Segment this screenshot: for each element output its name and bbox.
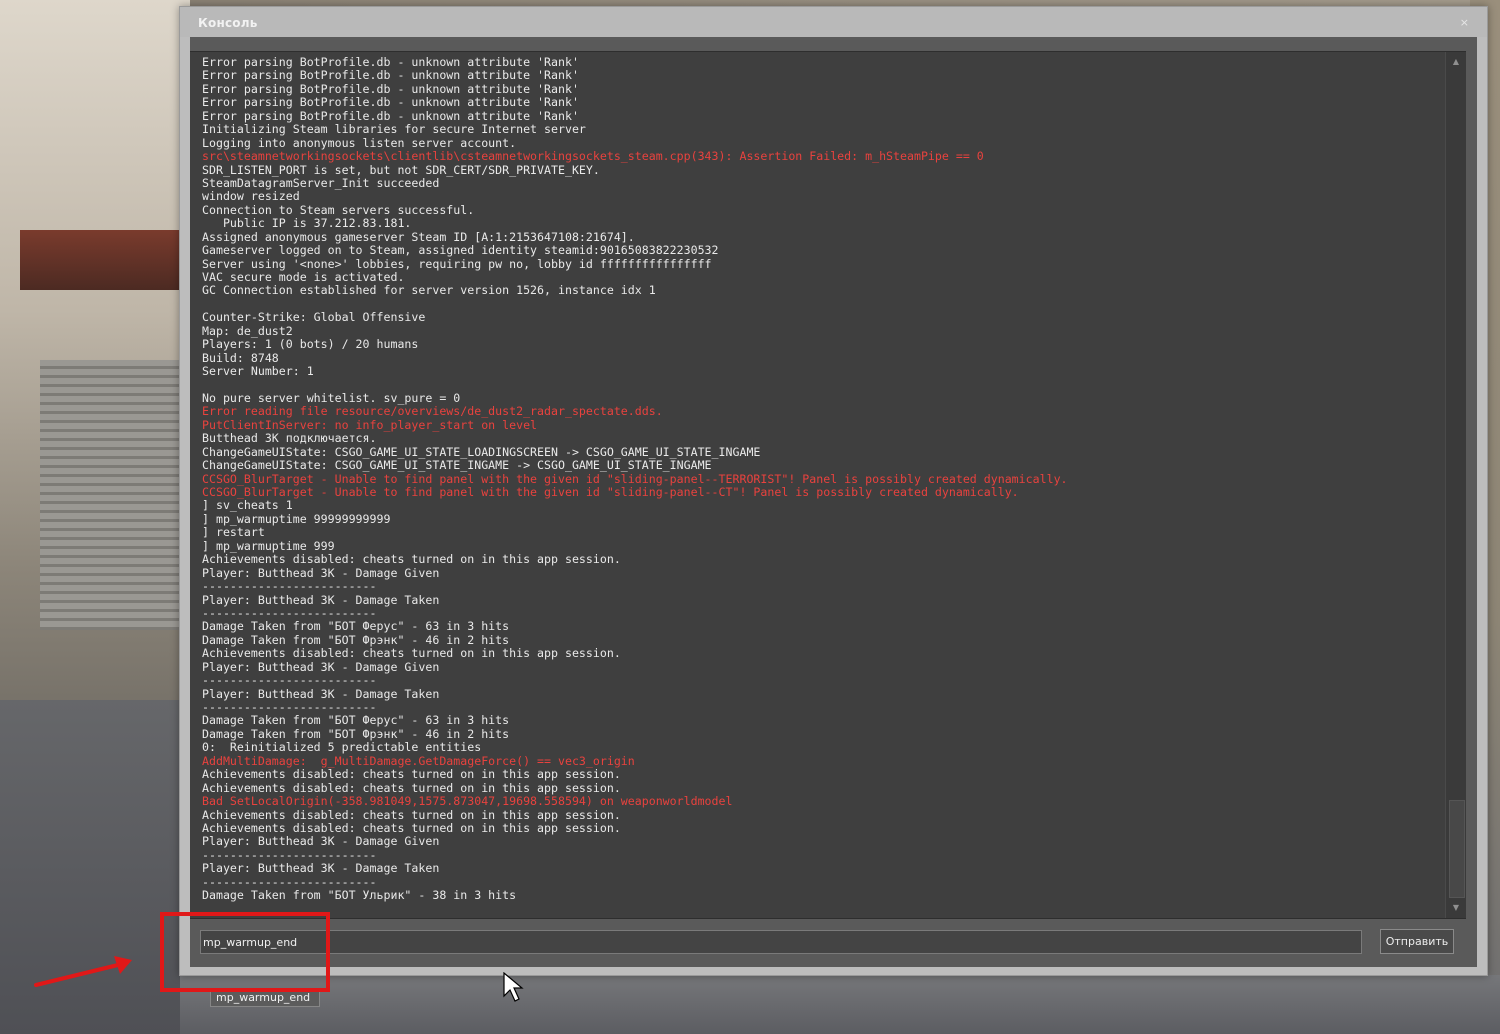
log-line: Server Number: 1 xyxy=(202,364,314,379)
log-line: ChangeGameUIState: CSGO_GAME_UI_STATE_LO… xyxy=(202,444,761,459)
scroll-up-icon[interactable]: ▲ xyxy=(1446,54,1466,70)
mouse-cursor-icon xyxy=(503,972,524,1002)
log-line-error: CCSGO_BlurTarget - Unable to find panel … xyxy=(202,471,1068,486)
log-line: ------------------------- xyxy=(202,673,377,688)
close-icon[interactable]: × xyxy=(1460,16,1469,29)
log-line: Damage Taken from "БОТ Фрэнк" - 46 in 2 … xyxy=(202,632,510,647)
log-line-error: PutClientInServer: no info_player_start … xyxy=(202,417,538,432)
log-lines: Error parsing BotProfile.db - unknown at… xyxy=(202,55,1436,903)
log-line: Public IP is 37.212.83.181. xyxy=(202,216,412,231)
red-arrow-icon xyxy=(34,956,132,987)
log-line: Error parsing BotProfile.db - unknown at… xyxy=(202,95,579,110)
log-line: Damage Taken from "БОТ Ферус" - 63 in 3 … xyxy=(202,713,510,728)
log-line: Achievements disabled: cheats turned on … xyxy=(202,767,621,782)
scroll-down-icon[interactable]: ▼ xyxy=(1446,900,1466,916)
scroll-thumb[interactable] xyxy=(1449,800,1465,898)
title-bar[interactable]: Консоль × xyxy=(180,7,1487,37)
log-line: Players: 1 (0 bots) / 20 humans xyxy=(202,337,419,352)
command-input[interactable] xyxy=(200,930,1362,954)
log-line: Damage Taken from "БОТ Ульрик" - 38 in 3… xyxy=(202,888,517,903)
log-line: Counter-Strike: Global Offensive xyxy=(202,310,426,325)
log-line: VAC secure mode is activated. xyxy=(202,270,405,284)
log-line: Player: Butthead 3K - Damage Taken xyxy=(202,861,440,876)
log-line: Assigned anonymous gameserver Steam ID [… xyxy=(202,229,635,244)
log-line: Damage Taken from "БОТ Фрэнк" - 46 in 2 … xyxy=(202,726,510,741)
log-line: Build: 8748 xyxy=(202,350,279,365)
log-line: ] sv_cheats 1 xyxy=(202,498,293,513)
log-line: No pure server whitelist. sv_pure = 0 xyxy=(202,390,461,405)
log-line: ] mp_warmuptime 99999999999 xyxy=(202,511,391,526)
garage-shutter xyxy=(40,360,190,630)
console-panel: Error parsing BotProfile.db - unknown at… xyxy=(190,37,1477,1007)
log-line: Map: de_dust2 xyxy=(202,323,293,338)
log-line: ------------------------- xyxy=(202,874,377,889)
log-line-error: CCSGO_BlurTarget - Unable to find panel … xyxy=(202,485,1019,499)
log-line: 0: Reinitialized 5 predictable entities xyxy=(202,740,482,755)
log-line: Player: Butthead 3K - Damage Taken xyxy=(202,686,440,701)
log-line: Player: Butthead 3K - Damage Given xyxy=(202,565,440,580)
log-line: SDR_LISTEN_PORT is set, but not SDR_CERT… xyxy=(202,162,600,177)
log-line: window resized xyxy=(202,189,300,204)
log-line: Gameserver logged on to Steam, assigned … xyxy=(202,243,719,258)
log-line: Player: Butthead 3K - Damage Given xyxy=(202,834,440,849)
log-line-error: AddMultiDamage: g_MultiDamage.GetDamageF… xyxy=(202,753,635,768)
log-line: Error parsing BotProfile.db - unknown at… xyxy=(202,81,579,96)
log-line: Achievements disabled: cheats turned on … xyxy=(202,807,621,822)
highlight-box xyxy=(160,912,330,992)
send-button[interactable]: Отправить xyxy=(1380,929,1454,954)
console-window: Консоль × Error parsing BotProfile.db - … xyxy=(179,6,1488,1007)
log-line: ChangeGameUIState: CSGO_GAME_UI_STATE_IN… xyxy=(202,458,712,473)
log-line: GC Connection established for server ver… xyxy=(202,283,656,298)
log-line: ------------------------- xyxy=(202,579,377,594)
storefront-awning xyxy=(20,230,190,290)
log-scrollbar[interactable]: ▲ ▼ xyxy=(1445,52,1466,918)
log-line-error: Bad SetLocalOrigin(-358.981049,1575.8730… xyxy=(202,794,733,809)
log-line: ] mp_warmuptime 999 xyxy=(202,538,335,553)
game-background-bottom xyxy=(180,975,1500,1034)
log-line: Error parsing BotProfile.db - unknown at… xyxy=(202,108,579,123)
log-line: Achievements disabled: cheats turned on … xyxy=(202,780,621,795)
log-line: Error parsing BotProfile.db - unknown at… xyxy=(202,55,579,69)
log-line: Achievements disabled: cheats turned on … xyxy=(202,820,621,835)
log-line: ------------------------- xyxy=(202,605,377,620)
log-line: Server using '<none>' lobbies, requiring… xyxy=(202,256,712,271)
log-line: ------------------------- xyxy=(202,847,377,862)
log-line: Player: Butthead 3K - Damage Taken xyxy=(202,592,440,607)
log-line: Connection to Steam servers successful. xyxy=(202,202,475,217)
log-line-error: Error reading file resource/overviews/de… xyxy=(202,404,663,419)
game-background-left xyxy=(0,0,190,1034)
log-line: Achievements disabled: cheats turned on … xyxy=(202,552,621,567)
log-line: Butthead 3K подключается. xyxy=(202,431,377,446)
log-line: Initializing Steam libraries for secure … xyxy=(202,122,586,137)
log-line: Player: Butthead 3K - Damage Given xyxy=(202,659,440,674)
log-line: SteamDatagramServer_Init succeeded xyxy=(202,175,440,190)
log-line: Damage Taken from "БОТ Ферус" - 63 in 3 … xyxy=(202,619,510,634)
log-line: Logging into anonymous listen server acc… xyxy=(202,135,517,150)
log-line: Achievements disabled: cheats turned on … xyxy=(202,646,621,661)
console-log[interactable]: Error parsing BotProfile.db - unknown at… xyxy=(190,51,1466,919)
log-line: Error parsing BotProfile.db - unknown at… xyxy=(202,68,579,83)
log-line: ------------------------- xyxy=(202,700,377,714)
window-title: Консоль xyxy=(198,16,258,30)
log-line-error: src\steamnetworkingsockets\clientlib\cst… xyxy=(202,149,984,164)
log-line: ] restart xyxy=(202,525,265,540)
